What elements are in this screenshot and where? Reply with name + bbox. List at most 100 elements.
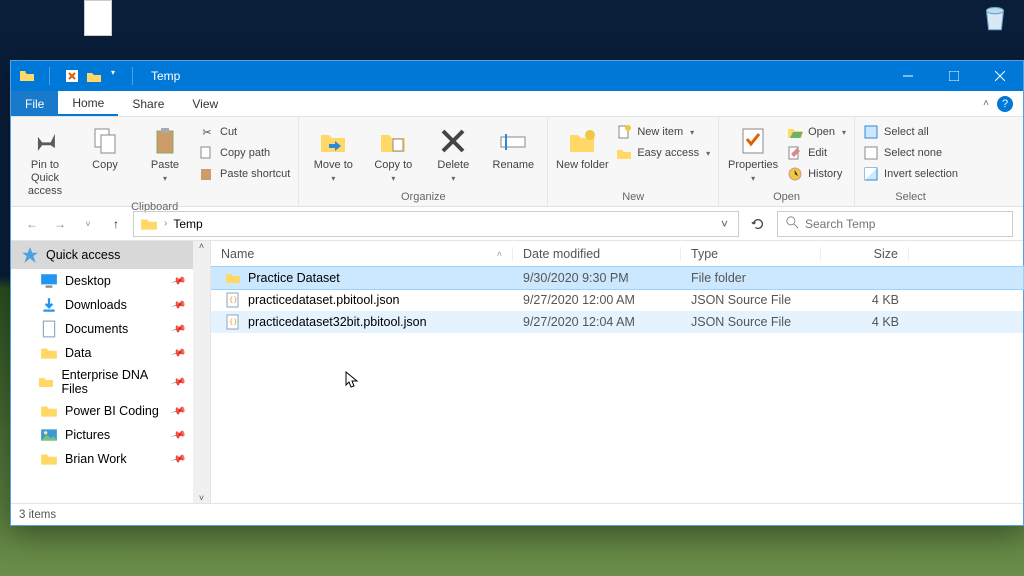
sidebar-item-documents[interactable]: Documents📌 [11, 317, 210, 341]
pictures-icon [40, 426, 58, 444]
easyaccess-button[interactable]: Easy access▾ [614, 144, 712, 162]
minimize-button[interactable] [885, 61, 931, 91]
qat-properties-icon[interactable] [64, 68, 80, 84]
help-icon[interactable]: ? [997, 96, 1013, 112]
nav-scrollbar[interactable]: ˄˅ [193, 241, 210, 503]
col-type[interactable]: Type [681, 247, 821, 261]
edit-button[interactable]: Edit [785, 144, 848, 162]
folder-icon [38, 373, 54, 391]
search-icon [786, 216, 799, 232]
desktop-file-icon[interactable] [78, 0, 118, 38]
copyto-icon [377, 125, 409, 157]
json-file-icon: {} [225, 314, 241, 330]
qat-sep [49, 67, 50, 85]
search-input[interactable] [805, 217, 1004, 231]
folder-icon [40, 344, 58, 362]
forward-button[interactable]: → [49, 213, 71, 235]
tab-share[interactable]: Share [118, 91, 178, 116]
selectall-button[interactable]: Select all [861, 123, 960, 141]
open-button[interactable]: Open▾ [785, 123, 848, 141]
ribbon: Pin to Quick access Copy Paste ▾ ✂Cut Co… [11, 117, 1023, 207]
easyaccess-icon [616, 145, 632, 161]
properties-button[interactable]: Properties▾ [725, 121, 781, 184]
newfolder-icon [566, 125, 598, 157]
sidebar-item-brianwork[interactable]: Brian Work📌 [11, 447, 210, 471]
table-row[interactable]: Practice Dataset 9/30/2020 9:30 PM File … [211, 267, 1023, 289]
pin-icon: 📌 [170, 321, 186, 337]
delete-button[interactable]: Delete▾ [425, 121, 481, 184]
paste-shortcut-button[interactable]: Paste shortcut [197, 165, 292, 183]
col-name[interactable]: Name˄ [211, 247, 513, 261]
table-row[interactable]: {}practicedataset32bit.pbitool.json 9/27… [211, 311, 1023, 333]
tab-home[interactable]: Home [58, 91, 118, 116]
sidebar-item-data[interactable]: Data📌 [11, 341, 210, 365]
ribbon-group-clipboard: Pin to Quick access Copy Paste ▾ ✂Cut Co… [11, 117, 299, 206]
documents-icon [40, 320, 58, 338]
properties-icon [737, 125, 769, 157]
ribbon-collapse-icon[interactable]: ˄ [983, 98, 989, 109]
recycle-bin-icon[interactable] [978, 0, 1012, 34]
scissors-icon: ✂ [199, 124, 215, 140]
copy-button[interactable]: Copy [77, 121, 133, 172]
sidebar-item-powerbi[interactable]: Power BI Coding📌 [11, 399, 210, 423]
moveto-button[interactable]: Move to▾ [305, 121, 361, 184]
ribbon-group-new: New folder New item▾ Easy access▾ New [548, 117, 719, 206]
up-button[interactable]: ↑ [105, 213, 127, 235]
breadcrumb[interactable]: Temp [173, 217, 202, 231]
copyto-button[interactable]: Copy to▾ [365, 121, 421, 184]
col-date[interactable]: Date modified [513, 247, 681, 261]
tab-file[interactable]: File [11, 91, 58, 116]
newitem-button[interactable]: New item▾ [614, 123, 712, 141]
address-bar-row: ← → ˅ ↑ › Temp ˅ [11, 207, 1023, 241]
qat-newfolder-icon[interactable] [86, 68, 102, 84]
invertselection-button[interactable]: Invert selection [861, 165, 960, 183]
copy-icon [89, 125, 121, 157]
status-bar: 3 items [11, 503, 1023, 525]
refresh-button[interactable] [745, 211, 771, 237]
selectnone-button[interactable]: Select none [861, 144, 960, 162]
titlebar: ▾ Temp [11, 61, 1023, 91]
maximize-button[interactable] [931, 61, 977, 91]
sidebar-item-desktop[interactable]: Desktop📌 [11, 269, 210, 293]
close-button[interactable] [977, 61, 1023, 91]
tab-view[interactable]: View [178, 91, 232, 116]
file-list: Name˄ Date modified Type Size Practice D… [211, 241, 1023, 503]
folder-icon [40, 402, 58, 420]
invert-icon [863, 166, 879, 182]
pin-icon [29, 125, 61, 157]
paste-button[interactable]: Paste ▾ [137, 121, 193, 184]
history-button[interactable]: History [785, 165, 848, 183]
sidebar-item-enterprise[interactable]: Enterprise DNA Files📌 [11, 365, 210, 399]
delete-icon [437, 125, 469, 157]
table-row[interactable]: {}practicedataset.pbitool.json 9/27/2020… [211, 289, 1023, 311]
pin-quickaccess-button[interactable]: Pin to Quick access [17, 121, 73, 199]
downloads-icon [40, 296, 58, 314]
newfolder-button[interactable]: New folder [554, 121, 610, 172]
ribbon-group-select: Select all Select none Invert selection … [855, 117, 966, 206]
folder-icon [40, 450, 58, 468]
pin-icon: 📌 [170, 297, 186, 313]
address-dropdown-icon[interactable]: ˅ [717, 217, 732, 231]
address-bar[interactable]: › Temp ˅ [133, 211, 739, 237]
json-file-icon: {} [225, 292, 241, 308]
ribbon-tabs: File Home Share View ˄ ? [11, 91, 1023, 117]
qat-dropdown-icon[interactable]: ▾ [108, 68, 118, 84]
cut-button[interactable]: ✂Cut [197, 123, 292, 141]
pin-icon: 📌 [170, 403, 186, 419]
sidebar-item-pictures[interactable]: Pictures📌 [11, 423, 210, 447]
chevron-right-icon[interactable]: › [158, 218, 173, 229]
selectall-icon [863, 124, 879, 140]
pin-icon: 📌 [170, 345, 186, 361]
svg-text:{}: {} [229, 318, 237, 326]
back-button[interactable]: ← [21, 213, 43, 235]
col-size[interactable]: Size [821, 247, 909, 261]
quick-access-header[interactable]: Quick access [11, 241, 210, 269]
copypath-button[interactable]: Copy path [197, 144, 292, 162]
recent-dropdown[interactable]: ˅ [77, 213, 99, 235]
open-icon [787, 124, 803, 140]
sidebar-item-downloads[interactable]: Downloads📌 [11, 293, 210, 317]
rename-button[interactable]: Rename [485, 121, 541, 172]
ribbon-group-open: Properties▾ Open▾ Edit History Open [719, 117, 855, 206]
folder-icon [140, 215, 158, 233]
search-box[interactable] [777, 211, 1013, 237]
